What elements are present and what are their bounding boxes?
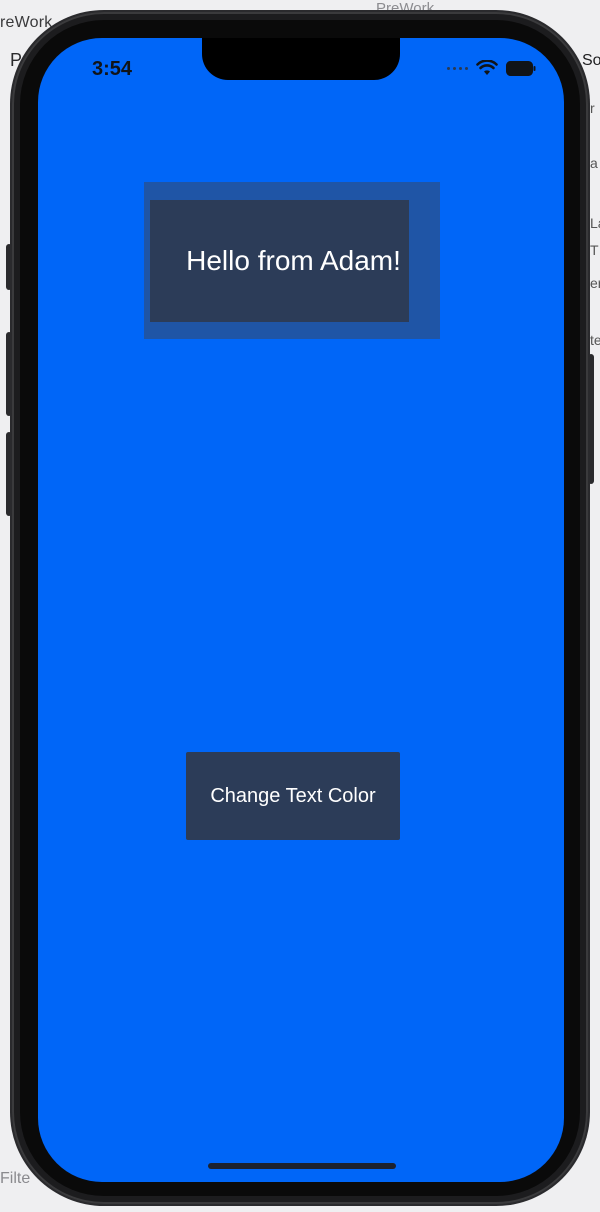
hello-label-background: Hello from Adam! [150, 200, 409, 322]
background-right-so: So [582, 52, 600, 69]
change-text-color-button[interactable]: Change Text Color [186, 752, 400, 840]
battery-icon [506, 60, 536, 76]
background-window-title: reWork [0, 14, 53, 31]
background-filter-label: Filte [0, 1170, 31, 1187]
power-button [588, 354, 594, 484]
status-icons [447, 60, 536, 76]
app-screen: 3:54 Hello from Adam! Change Text Color [38, 38, 564, 1182]
background-right-text-2: a [590, 155, 598, 171]
volume-down-button [6, 432, 12, 516]
background-right-text-4: T [590, 242, 599, 258]
home-indicator[interactable] [208, 1163, 396, 1169]
notch [202, 38, 400, 80]
background-right-text-3: La [590, 215, 600, 231]
background-right-text-5: er [590, 275, 600, 291]
cellular-dots-icon [447, 66, 468, 70]
status-time: 3:54 [92, 58, 133, 80]
volume-up-button [6, 332, 12, 416]
background-right-text-1: r [590, 100, 595, 116]
wifi-icon [476, 60, 498, 75]
mute-switch [6, 244, 12, 290]
background-right-text-6: te [590, 332, 600, 348]
hello-label-container: Hello from Adam! [144, 182, 440, 339]
hello-label: Hello from Adam! [186, 245, 401, 276]
